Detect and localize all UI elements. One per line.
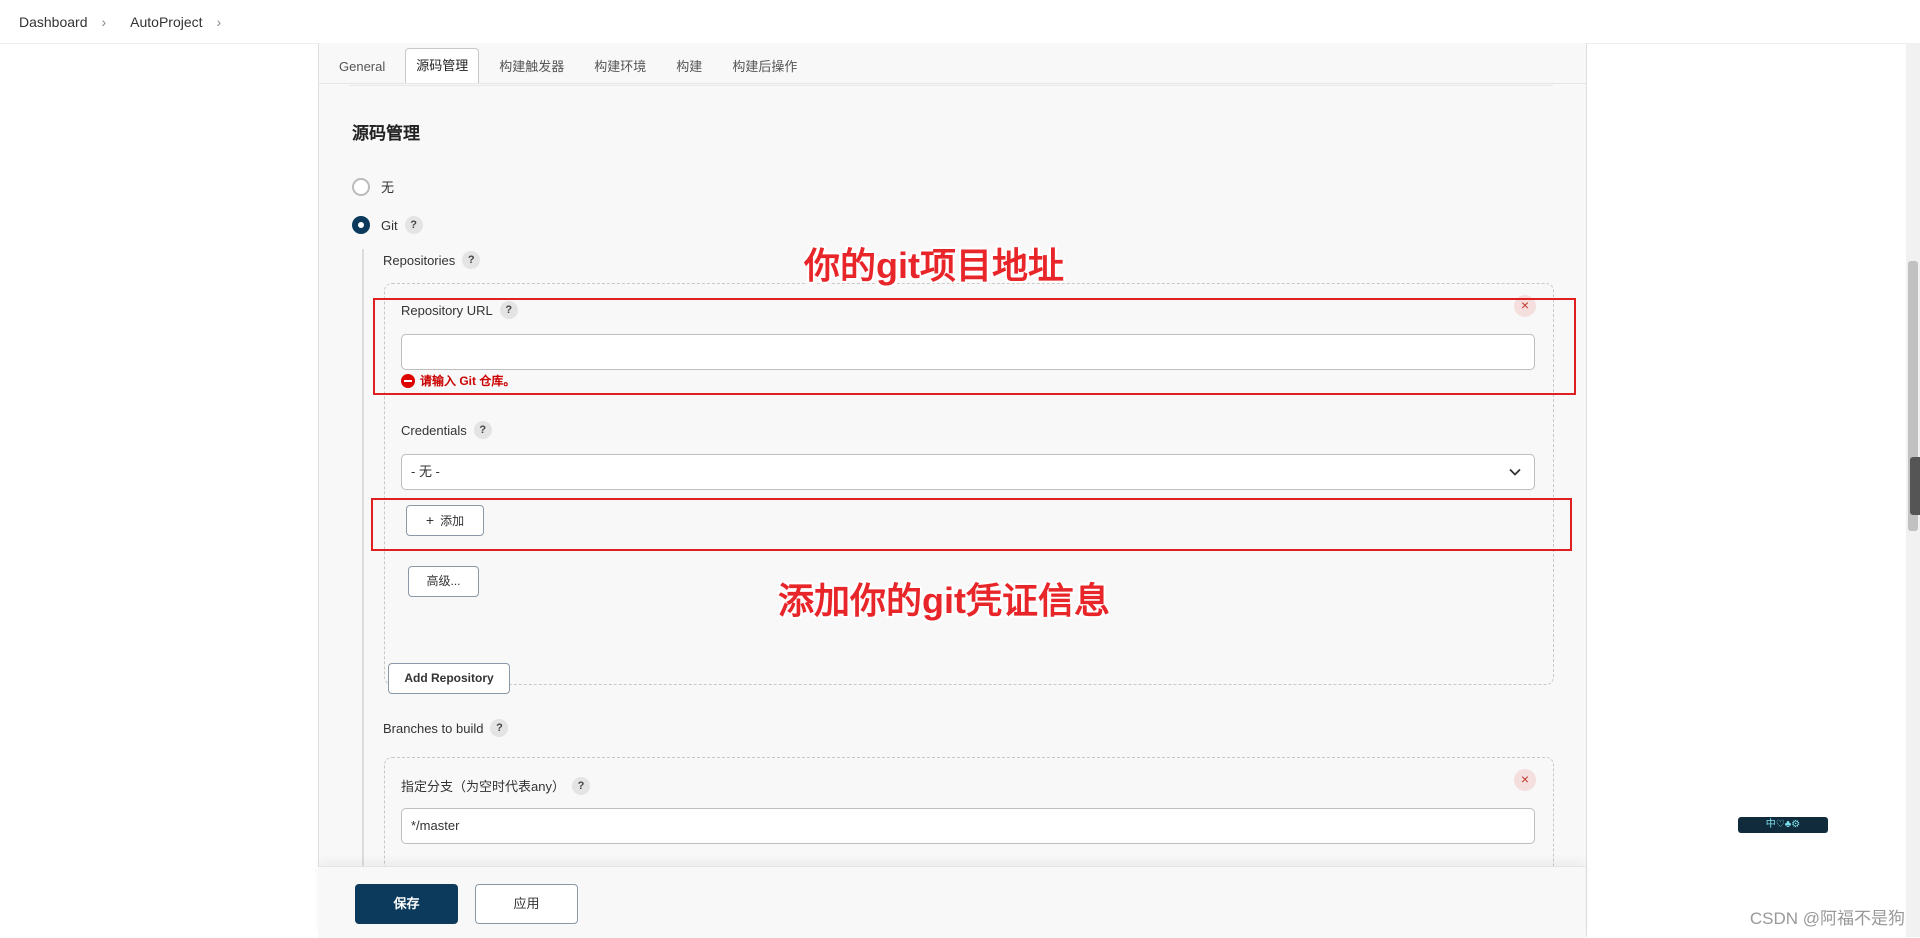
repositories-label-text: Repositories bbox=[383, 252, 456, 268]
tab-source-code-management[interactable]: 源码管理 bbox=[405, 48, 480, 83]
radio-git-label: Git bbox=[381, 217, 398, 233]
help-icon[interactable]: ? bbox=[571, 776, 590, 795]
tab-general[interactable]: General bbox=[329, 51, 395, 83]
branches-label-text: Branches to build bbox=[383, 720, 484, 736]
help-icon[interactable]: ? bbox=[404, 216, 423, 234]
tab-build-environment[interactable]: 构建环境 bbox=[584, 51, 656, 83]
radio-git[interactable] bbox=[352, 216, 370, 234]
tab-build[interactable]: 构建 bbox=[666, 51, 712, 83]
repositories-label: Repositories ? bbox=[383, 251, 481, 269]
credentials-label-text: Credentials bbox=[401, 422, 467, 438]
config-tabs: General 源码管理 构建触发器 构建环境 构建 构建后操作 bbox=[319, 43, 1586, 84]
credentials-label: Credentials ? bbox=[401, 421, 492, 439]
breadcrumb: Dashboard › AutoProject › bbox=[0, 0, 1920, 43]
form-footer: 保存 应用 bbox=[318, 866, 1585, 938]
scm-option-none[interactable]: 无 bbox=[352, 177, 394, 196]
floating-widget[interactable]: 中♡♣⚙ bbox=[1738, 817, 1828, 833]
radio-none[interactable] bbox=[352, 177, 370, 196]
credentials-selected-value: - 无 - bbox=[411, 464, 440, 479]
chevron-right-icon[interactable]: › bbox=[217, 14, 222, 30]
tab-build-triggers[interactable]: 构建触发器 bbox=[489, 51, 574, 83]
branch-spec-label: 指定分支（为空时代表any） ? bbox=[401, 776, 590, 795]
help-icon[interactable]: ? bbox=[473, 421, 492, 439]
remove-branch-icon[interactable]: × bbox=[1514, 769, 1536, 791]
branch-spec-label-text: 指定分支（为空时代表any） bbox=[401, 779, 565, 794]
breadcrumb-autoproject[interactable]: AutoProject bbox=[130, 14, 202, 30]
credentials-select[interactable]: - 无 - bbox=[401, 454, 1535, 490]
tab-post-build-actions[interactable]: 构建后操作 bbox=[722, 51, 807, 83]
scm-option-git[interactable]: Git ? bbox=[352, 216, 423, 234]
branches-to-build-label: Branches to build ? bbox=[383, 719, 509, 737]
breadcrumb-dashboard[interactable]: Dashboard bbox=[19, 14, 88, 30]
annotation-box-repo bbox=[373, 298, 1576, 395]
save-button[interactable]: 保存 bbox=[355, 884, 458, 924]
radio-none-label: 无 bbox=[381, 180, 395, 195]
config-panel: General 源码管理 构建触发器 构建环境 构建 构建后操作 源码管理 无 … bbox=[318, 43, 1587, 937]
annotation-box-credentials bbox=[371, 498, 1572, 551]
add-repository-button[interactable]: Add Repository bbox=[388, 663, 510, 694]
annotation-repo-note: 你的git项目地址 bbox=[804, 245, 1064, 286]
annotation-cred-note: 添加你的git凭证信息 bbox=[778, 580, 1110, 621]
chevron-down-icon bbox=[1509, 468, 1521, 476]
help-icon[interactable]: ? bbox=[490, 719, 509, 737]
advanced-button[interactable]: 高级... bbox=[408, 566, 479, 597]
chevron-right-icon: › bbox=[101, 13, 107, 30]
side-widget-tab[interactable] bbox=[1910, 457, 1920, 515]
nesting-line bbox=[362, 249, 364, 929]
help-icon[interactable]: ? bbox=[462, 251, 481, 269]
watermark: CSDN @阿福不是狗 bbox=[1749, 909, 1905, 928]
branch-spec-input[interactable]: */master bbox=[401, 808, 1535, 844]
apply-button[interactable]: 应用 bbox=[475, 884, 578, 924]
section-title: 源码管理 bbox=[352, 124, 420, 143]
divider bbox=[349, 85, 1553, 86]
